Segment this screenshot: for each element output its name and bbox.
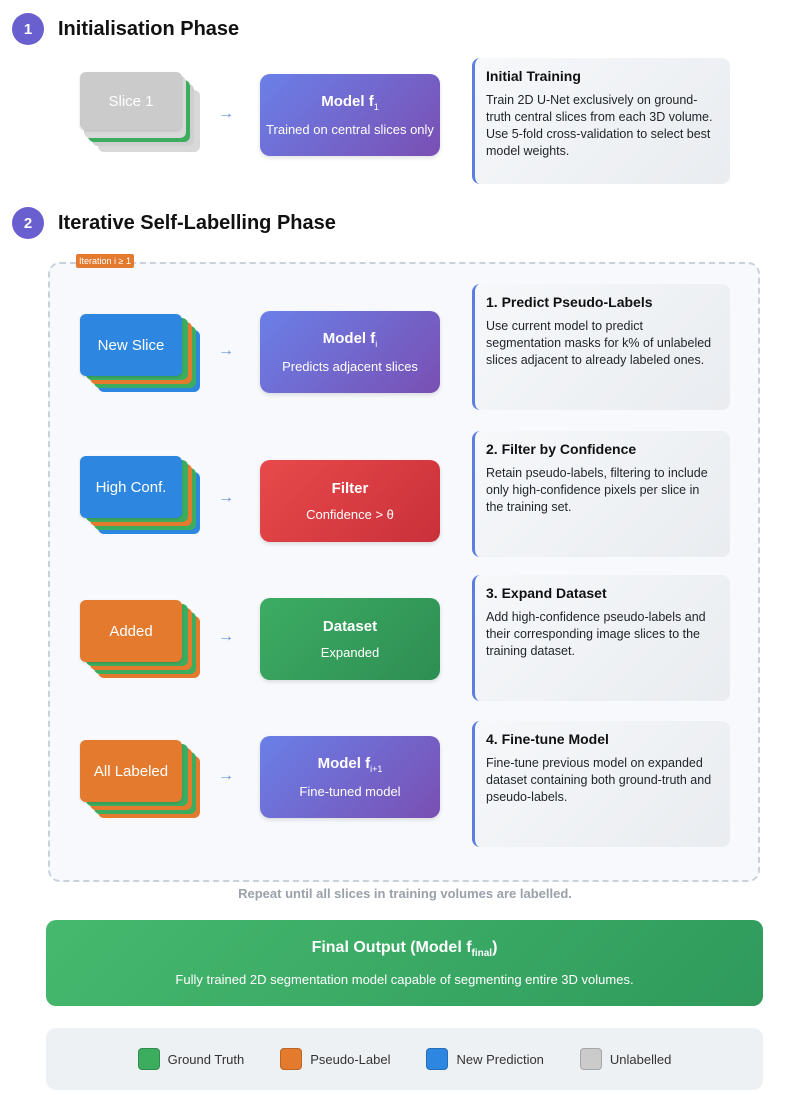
card-body: Retain pseudo-labels, filtering to inclu… xyxy=(486,466,708,514)
dataset-box: Dataset Expanded xyxy=(260,598,440,680)
phase-1-title: Initialisation Phase xyxy=(58,17,240,40)
swatch-pseudo-label xyxy=(280,1048,303,1070)
phase-1-header: 1 Initialisation Phase xyxy=(12,13,239,45)
model-fi-title: Model fi xyxy=(322,330,378,349)
model-fi1-box: Model fi+1 Fine-tuned model xyxy=(260,736,440,818)
flow-arrow: → xyxy=(218,489,234,506)
final-output-title: Final Output (Model ffinal) xyxy=(311,939,498,960)
final-output-subtitle: Fully trained 2D segmentation model capa… xyxy=(175,971,634,987)
card-title: 4. Fine-tune Model xyxy=(486,731,609,747)
card-body: Add high-confidence pseudo-labels and th… xyxy=(486,610,706,658)
slice-stack-high-conf: High Conf. xyxy=(80,456,200,536)
legend-label: Pseudo-Label xyxy=(310,1051,391,1067)
card-title: Initial Training xyxy=(486,68,581,84)
model-f1-box: Model f1 Trained on central slices only xyxy=(260,74,440,156)
phase-2-header: 2 Iterative Self-Labelling Phase xyxy=(12,207,336,239)
model-fi-subtitle: Predicts adjacent slices xyxy=(282,359,418,374)
flow-arrow: → xyxy=(218,105,234,122)
swatch-new-prediction xyxy=(426,1048,449,1070)
slice-front-label: New Slice xyxy=(80,314,182,376)
iteration-badge: Iteration i ≥ 1 xyxy=(76,254,134,268)
model-fi1-title: Model fi+1 xyxy=(317,755,383,774)
flow-arrow: → xyxy=(218,342,234,359)
card-body: Use current model to predict segmentatio… xyxy=(486,319,712,367)
final-output-banner: Final Output (Model ffinal) Fully traine… xyxy=(46,920,763,1006)
flow-arrow: → xyxy=(218,767,234,784)
swatch-ground-truth xyxy=(137,1048,160,1070)
slice-front-label: High Conf. xyxy=(80,456,182,518)
card-title: 3. Expand Dataset xyxy=(486,585,607,601)
phase-2-number: 2 xyxy=(12,207,44,239)
model-fi-box: Model fi Predicts adjacent slices xyxy=(260,311,440,393)
filter-box: Filter Confidence > θ xyxy=(260,460,440,542)
dataset-title: Dataset xyxy=(322,618,378,635)
slice-front-label: Slice 1 xyxy=(80,72,182,130)
legend-label: Unlabelled xyxy=(609,1051,672,1067)
slice-front-label: Added xyxy=(80,600,182,662)
card-body: Fine-tune previous model on expanded dat… xyxy=(486,756,712,804)
slice-stack-new: New Slice xyxy=(80,314,200,394)
step-predict-row: New Slice → Model fi Predicts adjacent s… xyxy=(0,284,810,414)
step-filter-row: High Conf. → Filter Confidence > θ 2. Fi… xyxy=(0,431,810,561)
legend-label: New Prediction xyxy=(456,1051,544,1067)
slice-front-label: All Labeled xyxy=(80,740,182,802)
predict-pseudo-labels-card: 1. Predict Pseudo-Labels Use current mod… xyxy=(472,284,730,410)
phase-1-row: Slice 1 → Model f1 Trained on central sl… xyxy=(0,58,810,188)
slice-stack-all-labeled: All Labeled xyxy=(80,740,200,820)
filter-title: Filter xyxy=(331,480,369,497)
filter-subtitle: Confidence > θ xyxy=(306,507,394,522)
step-expand-row: Added → Dataset Expanded 3. Expand Datas… xyxy=(0,575,810,705)
phase-2-title: Iterative Self-Labelling Phase xyxy=(58,211,336,234)
step-finetune-row: All Labeled → Model fi+1 Fine-tuned mode… xyxy=(0,721,810,851)
expand-dataset-card: 3. Expand Dataset Add high-confidence ps… xyxy=(472,575,730,701)
filter-by-confidence-card: 2. Filter by Confidence Retain pseudo-la… xyxy=(472,431,730,557)
card-title: 1. Predict Pseudo-Labels xyxy=(486,294,653,310)
repeat-note: Repeat until all slices in training volu… xyxy=(238,886,572,901)
model-fi1-subtitle: Fine-tuned model xyxy=(299,784,401,799)
fine-tune-model-card: 4. Fine-tune Model Fine-tune previous mo… xyxy=(472,721,730,847)
card-body: Train 2D U-Net exclusively on ground-tru… xyxy=(486,93,713,158)
dataset-subtitle: Expanded xyxy=(320,645,380,660)
card-title: 2. Filter by Confidence xyxy=(486,441,637,457)
initial-training-card: Initial Training Train 2D U-Net exclusiv… xyxy=(472,58,730,184)
model-f1-title: Model f1 xyxy=(321,93,379,112)
slice-stack-added: Added xyxy=(80,600,200,680)
legend-item-new-prediction: New Prediction xyxy=(426,1048,544,1070)
phase-1-number: 1 xyxy=(12,13,44,45)
slice-stack-initial: Slice 1 xyxy=(80,72,200,152)
swatch-unlabelled xyxy=(579,1048,602,1070)
legend-item-pseudo-label: Pseudo-Label xyxy=(280,1048,390,1070)
flow-arrow: → xyxy=(218,628,234,645)
legend: Ground Truth Pseudo-Label New Prediction… xyxy=(46,1028,763,1090)
model-f1-subtitle: Trained on central slices only xyxy=(266,122,434,137)
legend-item-unlabelled: Unlabelled xyxy=(579,1048,672,1070)
legend-item-ground-truth: Ground Truth xyxy=(137,1048,245,1070)
legend-label: Ground Truth xyxy=(167,1051,245,1067)
